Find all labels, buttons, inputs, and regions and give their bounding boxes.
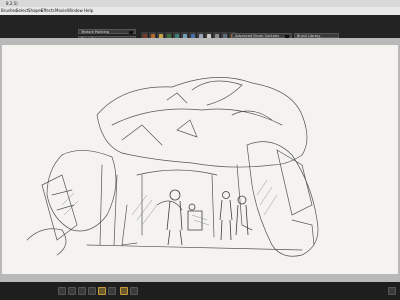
next-frame-icon[interactable] (78, 287, 86, 295)
menu-movie[interactable]: Movie (55, 7, 67, 15)
menu-window[interactable]: Window (67, 7, 83, 15)
toolbar: Texture Painting Thick Paint Glazing Adv… (0, 15, 400, 48)
hand-icon[interactable] (108, 287, 116, 295)
texture-painting-label: Texture Painting (81, 30, 109, 34)
zoom-icon[interactable] (98, 287, 106, 295)
play-icon[interactable] (68, 287, 76, 295)
options-icon[interactable] (388, 287, 396, 295)
prev-frame-icon[interactable] (58, 287, 66, 295)
menu-help[interactable]: Help (84, 7, 93, 15)
loop-icon[interactable] (88, 287, 96, 295)
menu-select[interactable]: Select (16, 7, 28, 15)
menu-effects[interactable]: Effects (41, 7, 55, 15)
drawing-canvas[interactable] (2, 45, 398, 274)
menu-brushes[interactable]: Brushes (1, 7, 17, 15)
menu-bar: Brushes Select Shapes Effects Movie Wind… (0, 7, 400, 15)
title-bar: 8.2.5) (0, 0, 400, 7)
brush-icon[interactable] (120, 287, 128, 295)
color-icon[interactable] (130, 287, 138, 295)
pencil-sketch (26, 77, 319, 257)
texture-painting-button[interactable]: Texture Painting (78, 29, 136, 34)
bottom-bar (0, 282, 400, 300)
window-title: 8.2.5) (6, 1, 18, 6)
dropdown-icon (129, 31, 133, 34)
